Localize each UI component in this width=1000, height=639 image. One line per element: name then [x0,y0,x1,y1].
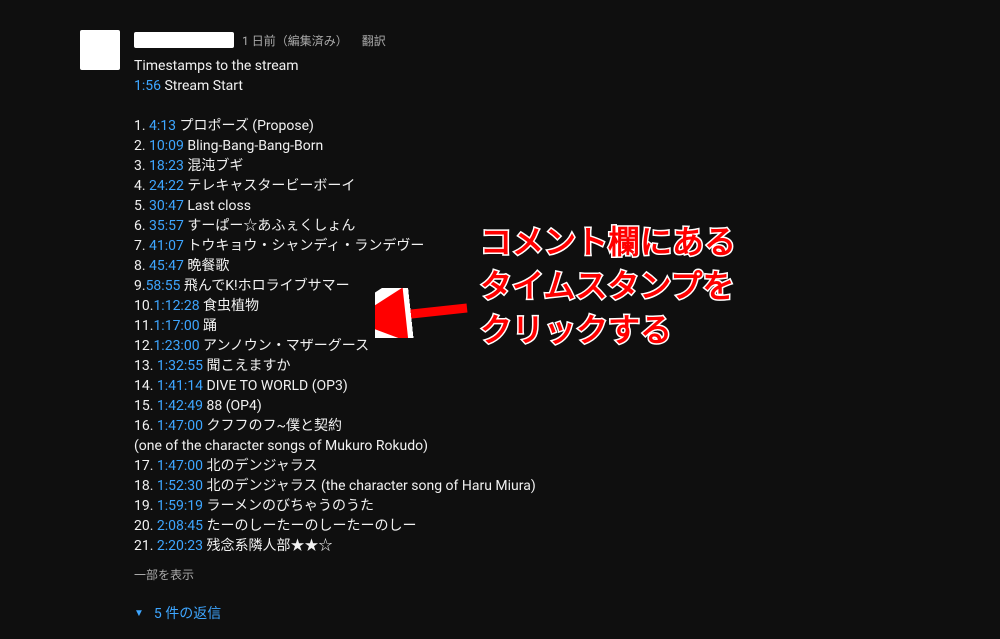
comment-line: 20. 2:08:45 たーのしーたーのしーたーのしー [134,516,536,536]
comment-line: 8. 45:47 晩餐歌 [134,256,536,276]
comment-line: 15. 1:42:49 88 (OP4) [134,396,536,416]
reply-count: 5 件の返信 [154,603,221,623]
chevron-down-icon: ▼ [134,608,144,619]
timestamp-link[interactable]: 1:41:14 [157,378,203,394]
comment-line: 5. 30:47 Last closs [134,196,536,216]
author-name-redacted[interactable] [134,32,234,48]
comment-line: 2. 10:09 Bling-Bang-Bang-Born [134,136,536,156]
comment-header: 1 日前（編集済み） 翻訳 [134,30,536,50]
avatar[interactable] [80,30,120,70]
comment-line: 4. 24:22 テレキャスタービーボーイ [134,176,536,196]
comment-line: (one of the character songs of Mukuro Ro… [134,436,536,456]
comment-body: 1 日前（編集済み） 翻訳 Timestamps to the stream1:… [134,30,536,623]
comment-line: 14. 1:41:14 DIVE TO WORLD (OP3) [134,376,536,396]
timestamp-link[interactable]: 1:56 [134,78,161,94]
comment-line: 12.1:23:00 アンノウン・マザーグース [134,336,536,356]
comment-line: 1. 4:13 プロポーズ (Propose) [134,116,536,136]
timestamp-link[interactable]: 1:42:49 [157,398,203,414]
replies-toggle[interactable]: ▼ 5 件の返信 [134,603,536,623]
timestamp-link[interactable]: 1:12:28 [153,298,199,314]
timestamp-link[interactable]: 24:22 [149,178,184,194]
timestamp-link[interactable]: 18:23 [149,158,184,174]
comment-line: Timestamps to the stream [134,56,536,76]
timestamp-link[interactable]: 4:13 [149,118,176,134]
comment-content: Timestamps to the stream1:56 Stream Star… [134,56,536,556]
timestamp-link[interactable]: 1:32:55 [157,358,203,374]
timestamp-link[interactable]: 1:47:00 [157,418,203,434]
comment-line: 9.58:55 飛んでK!ホロライブサマー [134,276,536,296]
timestamp-link[interactable]: 1:23:00 [153,338,199,354]
timestamp-link[interactable]: 10:09 [149,138,184,154]
comment-line: 21. 2:20:23 残念系隣人部★★☆ [134,536,536,556]
comment-line: 1:56 Stream Start [134,76,536,96]
comment-line: 13. 1:32:55 聞こえますか [134,356,536,376]
timestamp-link[interactable]: 45:47 [149,258,184,274]
comment-line: 10.1:12:28 食虫植物 [134,296,536,316]
timestamp-link[interactable]: 35:57 [149,218,184,234]
comment-line: 3. 18:23 混沌ブギ [134,156,536,176]
timestamp-link[interactable]: 2:20:23 [157,538,203,554]
comment-line: 19. 1:59:19 ラーメンのびちゃうのうた [134,496,536,516]
timestamp-link[interactable]: 2:08:45 [157,518,203,534]
comment-line: 6. 35:57 すーぱー☆あふぇくしょん [134,216,536,236]
comment-line: 7. 41:07 トウキョウ・シャンディ・ランデヴー [134,236,536,256]
timestamp-link[interactable]: 1:47:00 [157,458,203,474]
timestamp-link[interactable]: 58:55 [146,278,181,294]
timestamp-link[interactable]: 1:59:19 [157,498,203,514]
comment-meta: 1 日前（編集済み） [242,32,348,49]
timestamp-link[interactable]: 30:47 [149,198,184,214]
comment-line: 17. 1:47:00 北のデンジャラス [134,456,536,476]
comment-line: 11.1:17:00 踊 [134,316,536,336]
comment-line: 18. 1:52:30 北のデンジャラス (the character song… [134,476,536,496]
timestamp-link[interactable]: 41:07 [149,238,184,254]
comment-line [134,96,536,116]
translate-link[interactable]: 翻訳 [362,32,386,49]
timestamp-link[interactable]: 1:17:00 [153,318,199,334]
comment-line: 16. 1:47:00 クフフのフ~僕と契約 [134,416,536,436]
show-less-link[interactable]: 一部を表示 [134,566,536,583]
timestamp-link[interactable]: 1:52:30 [157,478,203,494]
